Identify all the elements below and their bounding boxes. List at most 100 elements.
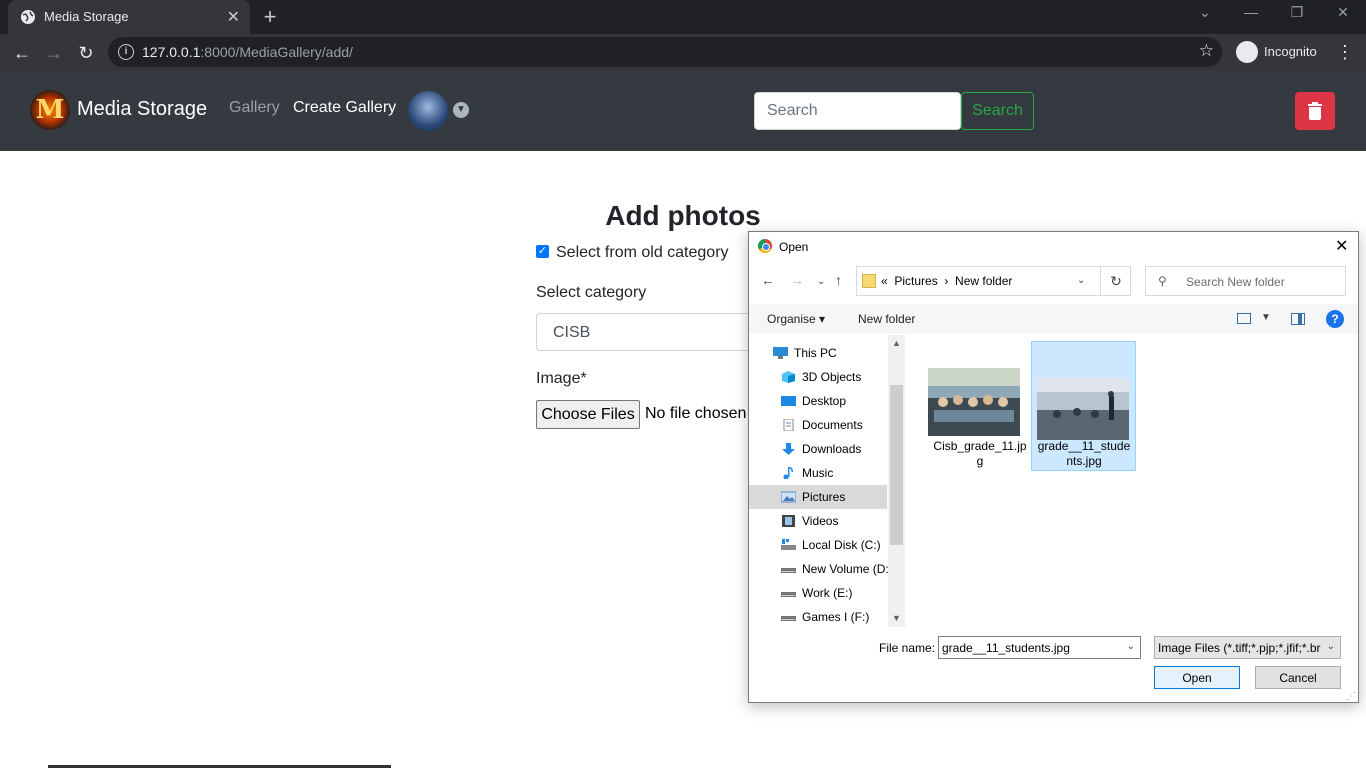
incognito-icon [1236, 41, 1258, 63]
tree-label: Videos [802, 514, 839, 528]
tree-item-downloads[interactable]: Downloads [749, 437, 887, 461]
image-thumbnail [928, 368, 1020, 436]
dialog-search-placeholder: Search New folder [1186, 275, 1285, 289]
chevron-down-icon[interactable]: ▼ [453, 102, 469, 118]
tree-label: New Volume (D: [802, 562, 889, 576]
tree-item-desktop[interactable]: Desktop [749, 389, 887, 413]
minimize-button[interactable]: — [1236, 4, 1266, 20]
tree-item-3d-objects[interactable]: 3D Objects [749, 365, 887, 389]
folder-icon [862, 274, 876, 288]
window-close-button[interactable]: ✕ [1328, 4, 1358, 21]
back-icon[interactable]: ← [10, 41, 34, 65]
tree-label: 3D Objects [802, 370, 862, 384]
search-input[interactable] [754, 92, 961, 130]
nav-link-create-gallery[interactable]: Create Gallery [293, 99, 396, 117]
restore-button[interactable]: ❐ [1282, 4, 1312, 21]
browser-toolbar: ← → ↻ i 127.0.0.1:8000/MediaGallery/add/… [0, 34, 1366, 71]
dialog-refresh-icon[interactable]: ↻ [1100, 267, 1131, 295]
site-info-icon[interactable]: i [118, 44, 134, 60]
open-button[interactable]: Open [1154, 666, 1240, 689]
scroll-up-icon[interactable]: ▲ [888, 335, 905, 352]
view-dropdown-icon[interactable]: ▼ [1261, 312, 1271, 323]
tree-item-documents[interactable]: Documents [749, 413, 887, 437]
search-button[interactable]: Search [961, 92, 1034, 130]
image-label: Image* [536, 370, 587, 387]
tree-label: Music [802, 466, 834, 480]
tree-scrollbar[interactable]: ▲ ▼ [888, 335, 905, 627]
checkbox-checked-icon[interactable]: ✓ [536, 245, 549, 258]
organise-menu[interactable]: Organise ▾ [767, 312, 825, 326]
file-type-dropdown-icon[interactable]: ⌄ [1323, 641, 1335, 652]
file-name-label: File name: [879, 641, 936, 655]
recent-locations-icon[interactable]: ⌄ [817, 276, 825, 287]
tree-item-pictures[interactable]: Pictures [749, 485, 887, 509]
view-options-icon[interactable] [1237, 313, 1251, 324]
new-tab-button[interactable]: + [258, 4, 282, 30]
nav-link-gallery[interactable]: Gallery [229, 99, 280, 117]
desktop-icon [781, 396, 796, 406]
brand-name[interactable]: Media Storage [77, 98, 207, 121]
resize-grip-icon[interactable]: ⋰ [1346, 691, 1356, 702]
preview-pane-icon[interactable] [1291, 313, 1305, 325]
file-name-input[interactable]: grade__11_students.jpg ⌄ [938, 636, 1141, 659]
tree-item-games-f[interactable]: Games I (F:) [749, 605, 887, 627]
avatar[interactable] [408, 91, 448, 131]
tree-label: Local Disk (C:) [802, 538, 881, 552]
scrollbar-thumb[interactable] [890, 385, 903, 545]
address-dropdown-icon[interactable]: ⌄ [1077, 275, 1085, 286]
breadcrumb-new-folder[interactable]: New folder [955, 274, 1012, 288]
tab-search-icon[interactable]: ⌄ [1190, 4, 1220, 21]
incognito-badge[interactable]: Incognito [1234, 39, 1326, 65]
forward-icon[interactable]: → [42, 41, 66, 65]
new-folder-button[interactable]: New folder [858, 312, 915, 326]
dialog-title: Open [779, 240, 809, 254]
tree-label: Documents [802, 418, 863, 432]
cancel-button[interactable]: Cancel [1255, 666, 1341, 689]
chrome-icon [758, 239, 772, 253]
file-name: Cisb_grade_11.jpg [933, 439, 1027, 468]
category-select[interactable]: CISB [536, 313, 756, 351]
bookmark-star-icon[interactable]: ☆ [1199, 41, 1214, 61]
no-file-text: No file chosen [645, 405, 747, 422]
dialog-up-icon[interactable]: ↑ [835, 272, 842, 288]
dialog-address-bar[interactable]: « Pictures › New folder ⌄ ↻ [856, 266, 1131, 296]
help-icon[interactable]: ? [1326, 310, 1344, 328]
address-bar[interactable]: i 127.0.0.1:8000/MediaGallery/add/ ☆ [108, 37, 1222, 67]
tree-item-work-e[interactable]: Work (E:) [749, 581, 887, 605]
pictures-icon [781, 491, 796, 503]
checkbox-label[interactable]: Select from old category [556, 244, 729, 262]
file-name-dropdown-icon[interactable]: ⌄ [1127, 641, 1135, 652]
dialog-back-icon[interactable]: ← [761, 272, 775, 288]
browser-tab[interactable]: Media Storage ✕ [8, 0, 250, 34]
file-item[interactable]: Cisb_grade_11.jpg [928, 341, 1033, 471]
tab-close-icon[interactable]: ✕ [227, 7, 240, 27]
dialog-forward-icon[interactable]: → [790, 272, 804, 288]
tree-item-local-disk-c[interactable]: Local Disk (C:) [749, 533, 887, 557]
dialog-search-input[interactable]: ⚲ Search New folder [1145, 266, 1346, 296]
url-text: 127.0.0.1:8000/MediaGallery/add/ [142, 44, 353, 60]
tree-label: This PC [794, 346, 837, 360]
globe-icon [21, 10, 35, 24]
drive-icon [781, 568, 796, 573]
choose-files-button[interactable]: Choose Files [536, 400, 640, 429]
delete-button[interactable] [1295, 92, 1335, 130]
tree-label: Desktop [802, 394, 847, 408]
dialog-command-bar: Organise ▾ New folder ▼ ? [749, 304, 1358, 334]
breadcrumb-pictures[interactable]: Pictures [894, 274, 937, 288]
trash-icon-lid [1308, 104, 1322, 106]
tree-item-videos[interactable]: Videos [749, 509, 887, 533]
scroll-down-icon[interactable]: ▼ [888, 610, 905, 627]
drive-icon [781, 616, 796, 621]
tree-item-new-volume-d[interactable]: New Volume (D: [749, 557, 889, 581]
video-icon [782, 515, 795, 527]
file-type-select[interactable]: Image Files (*.tiff;*.pjp;*.jfif;*.br ⌄ [1154, 636, 1341, 659]
reload-icon[interactable]: ↻ [74, 41, 98, 65]
tree-item-music[interactable]: Music [749, 461, 887, 485]
tree-item-this-pc[interactable]: This PC [749, 341, 887, 365]
download-icon [782, 443, 795, 455]
browser-menu-icon[interactable]: ⋮ [1336, 42, 1354, 63]
file-item-selected[interactable]: grade__11_students.jpg [1031, 341, 1136, 471]
brand-logo[interactable]: M [30, 90, 70, 130]
file-type-value: Image Files (*.tiff;*.pjp;*.jfif;*.br [1158, 641, 1321, 655]
dialog-close-icon[interactable]: ✕ [1335, 236, 1348, 256]
